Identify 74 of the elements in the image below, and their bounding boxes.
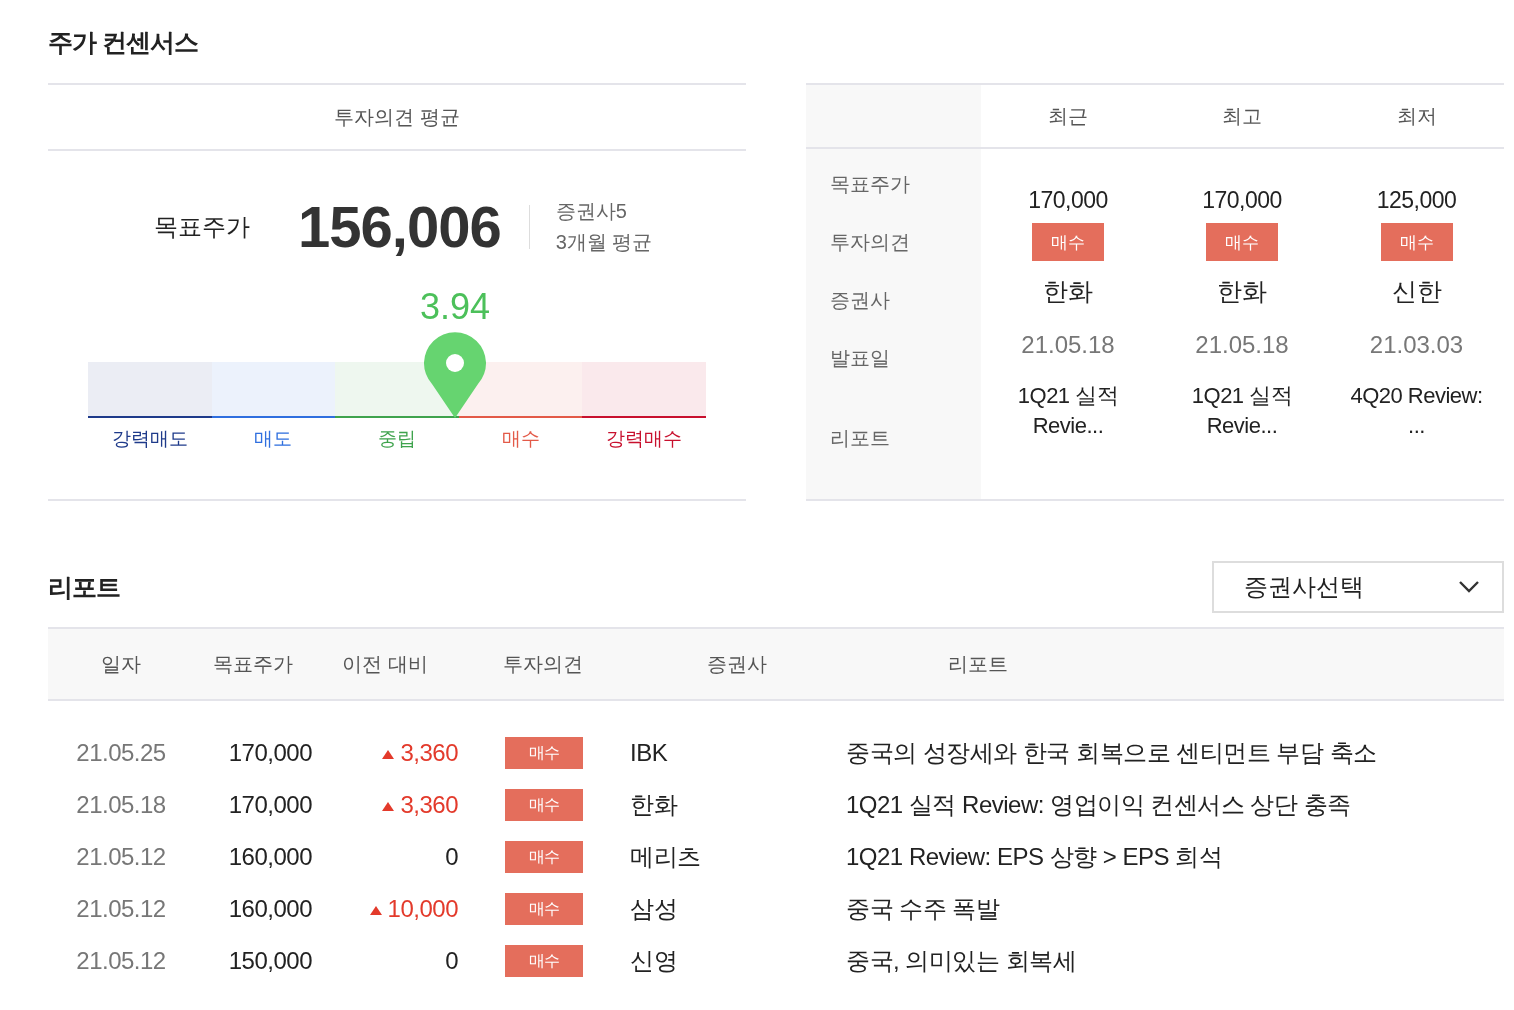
report-title-link[interactable]: 중국 수주 폭발 <box>846 883 1504 935</box>
scale-label: 강력매수 <box>606 427 683 451</box>
panel-header: 투자의견 평균 <box>48 85 746 151</box>
date-cell-text: 21.05.18 <box>75 790 167 820</box>
broker-cell-text: 삼성 <box>629 894 678 924</box>
target-price-value: 156,006 <box>298 193 501 260</box>
report-title[interactable]: 4Q20 Review: ... <box>1350 381 1483 441</box>
target-price: 125,000 <box>1376 187 1457 215</box>
report-title-link[interactable]: 1Q21 Review: EPS 상향 > EPS 희석 <box>846 831 1504 883</box>
target-price: 170,000 <box>1202 187 1282 215</box>
broker-name: 한화 <box>1043 276 1093 307</box>
column-header: 증권사 <box>628 628 846 700</box>
broker-name: 신한 <box>1391 276 1442 307</box>
opinion-badge: 매수 <box>1380 223 1453 261</box>
opinion-badge: 매수 <box>505 893 583 925</box>
column-header: 투자의견 <box>458 628 628 700</box>
price-change-cell: 0 <box>312 831 458 883</box>
broker-count: 증권사5 <box>555 198 628 224</box>
opinion-badge: 매수 <box>505 841 583 873</box>
target-price-cell-text: 170,000 <box>227 790 312 820</box>
row-label: 리포트 <box>830 426 891 451</box>
opinion-badge: 매수 <box>505 737 583 769</box>
target-price-cell-text: 150,000 <box>227 946 312 976</box>
column-header: 리포트 <box>846 628 1504 700</box>
report-date: 21.05.18 <box>1021 331 1115 360</box>
price-change-cell: 0 <box>312 935 458 987</box>
target-price-label: 목표주가 <box>154 211 251 242</box>
date-cell: 21.05.25 <box>48 700 194 779</box>
target-price-cell-text: 160,000 <box>227 894 312 924</box>
date-cell-text: 21.05.12 <box>75 894 167 924</box>
target-price-cell: 170,000 <box>194 700 312 779</box>
report-title-link[interactable]: 중국, 의미있는 회복세 <box>846 935 1504 987</box>
broker-cell-text: 한화 <box>629 790 679 820</box>
broker-cell-text: 메리츠 <box>629 842 702 872</box>
report-title-link[interactable]: 1Q21 실적 Review: 영업이익 컨센서스 상단 충족 <box>846 779 1504 831</box>
period-label: 3개월 평균 <box>555 229 653 255</box>
date-cell-text: 21.05.12 <box>75 842 167 872</box>
broker-select-dropdown[interactable]: 증권사선택 <box>1212 561 1504 613</box>
scale-label: 중립 <box>378 427 416 451</box>
price-change-cell: 3,360 <box>312 700 458 779</box>
price-change-cell: 3,360 <box>312 779 458 831</box>
report-date: 21.05.18 <box>1195 331 1289 360</box>
report-title[interactable]: 1Q21 실적 Revie... <box>1191 381 1293 441</box>
scale-label: 매도 <box>254 427 293 451</box>
opinion-badge: 매수 <box>505 789 583 821</box>
scale-label: 매수 <box>501 427 540 451</box>
date-cell-text: 21.05.12 <box>75 946 167 976</box>
opinion-badge: 매수 <box>505 945 583 977</box>
report-title[interactable]: 1Q21 실적 Revie... <box>1017 381 1119 441</box>
opinion-badge: 매수 <box>1032 223 1104 261</box>
row-label: 발표일 <box>830 346 891 371</box>
column-header: 최고 <box>1155 85 1329 149</box>
target-price-cell-text: 160,000 <box>227 842 312 872</box>
column-header: 최근 <box>981 85 1155 149</box>
column-header: 최저 <box>1329 85 1504 149</box>
column-header: 일자 <box>48 628 194 700</box>
row-label: 투자의견 <box>830 230 911 255</box>
report-title-link[interactable]: 중국의 성장세와 한국 회복으로 센티먼트 부담 축소 <box>846 700 1504 779</box>
broker-name: 한화 <box>1217 276 1267 307</box>
target-price: 170,000 <box>1028 187 1108 215</box>
column-header: 이전 대비 <box>312 628 458 700</box>
row-label: 목표주가 <box>830 172 911 197</box>
chevron-down-icon <box>1458 580 1480 594</box>
broker-cell: IBK <box>628 700 846 779</box>
report-date: 21.03.03 <box>1369 331 1464 360</box>
scale-label: 강력매도 <box>111 427 188 451</box>
opinion-score: 3.94 <box>418 286 492 328</box>
row-label: 증권사 <box>830 288 891 313</box>
opinion-badge: 매수 <box>1206 223 1278 261</box>
broker-cell-text: 신영 <box>629 946 678 976</box>
price-change-cell: 10,000 <box>312 883 458 935</box>
section-title: 주가 컨센서스 <box>48 27 199 58</box>
column-header: 목표주가 <box>194 628 312 700</box>
section-title: 리포트 <box>48 571 120 603</box>
